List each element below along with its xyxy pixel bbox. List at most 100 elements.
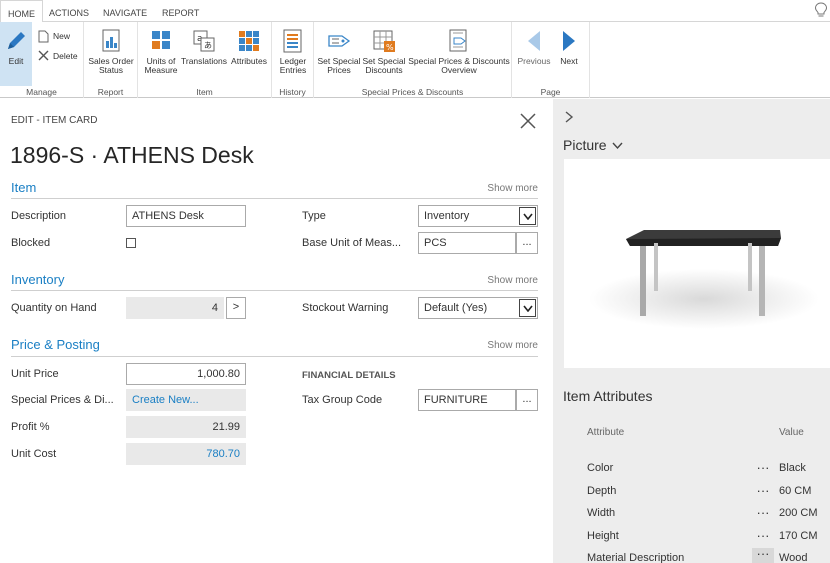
edit-button[interactable]: Edit — [2, 28, 30, 66]
units-of-measure-button[interactable]: Units of Measure — [141, 28, 181, 75]
set-special-prices-button[interactable]: Set Special Prices — [317, 28, 361, 75]
attributes-icon — [239, 31, 259, 51]
section-title-inventory[interactable]: Inventory — [11, 272, 64, 287]
set-special-discounts-icon: % — [373, 30, 395, 52]
description-field[interactable]: ATHENS Desk — [126, 205, 246, 227]
section-divider — [11, 290, 538, 291]
close-icon[interactable] — [518, 111, 538, 131]
attribute-row-menu[interactable]: ··· — [752, 547, 774, 563]
create-new-link[interactable]: Create New... — [126, 389, 246, 411]
show-more-inventory[interactable]: Show more — [487, 275, 538, 286]
attribute-column-header: Attribute — [587, 427, 625, 438]
group-label-manage: Manage — [26, 87, 57, 97]
chevron-down-icon[interactable] — [519, 299, 536, 317]
group-page: Previous Next Page — [512, 22, 590, 98]
tab-home[interactable]: HOME — [0, 0, 43, 23]
card-caption: EDIT - ITEM CARD — [11, 115, 98, 126]
section-title-price-posting[interactable]: Price & Posting — [11, 337, 100, 352]
quantity-on-hand-label: Quantity on Hand — [11, 302, 97, 314]
delete-label: Delete — [53, 51, 78, 61]
blocked-label: Blocked — [11, 237, 51, 249]
chevron-down-icon[interactable] — [519, 207, 536, 225]
next-button[interactable]: Next — [554, 28, 584, 66]
show-more-item[interactable]: Show more — [487, 183, 538, 194]
tax-group-field[interactable]: FURNITURE — [418, 389, 516, 411]
attribute-row-menu[interactable]: ··· — [752, 506, 774, 525]
tab-navigate[interactable]: NAVIGATE — [96, 0, 154, 22]
show-more-price-posting[interactable]: Show more — [487, 340, 538, 351]
new-button[interactable]: New — [38, 29, 82, 43]
quantity-on-hand-field[interactable]: 4 — [126, 297, 224, 319]
section-title-item[interactable]: Item — [11, 180, 36, 195]
lightbulb-icon[interactable] — [814, 2, 828, 18]
type-value: Inventory — [424, 210, 470, 222]
previous-button[interactable]: Previous — [516, 28, 552, 66]
attribute-name: Width — [587, 507, 616, 519]
tab-actions[interactable]: ACTIONS — [42, 0, 96, 22]
attribute-value: 200 CM — [779, 507, 818, 519]
attribute-row-menu[interactable]: ··· — [752, 484, 774, 503]
ribbon-tab-bar: HOME ACTIONS NAVIGATE REPORT — [0, 0, 830, 23]
units-label-2: Measure — [144, 65, 178, 75]
stockout-warning-value: Default (Yes) — [424, 302, 488, 314]
units-of-measure-icon — [152, 31, 170, 49]
attribute-value: Wood — [779, 552, 808, 563]
group-report: Sales Order Status Report — [84, 22, 138, 98]
description-label: Description — [11, 210, 67, 222]
attribute-value: Black — [779, 462, 806, 474]
set-special-prices-icon — [328, 35, 351, 47]
stockout-warning-label: Stockout Warning — [302, 302, 389, 314]
picture-title[interactable]: Picture — [563, 137, 623, 153]
type-select[interactable]: Inventory — [418, 205, 538, 227]
set-prices-label-2: Prices — [327, 65, 351, 75]
delete-button[interactable]: Delete — [38, 49, 82, 63]
previous-icon — [528, 31, 540, 51]
base-unit-field[interactable]: PCS — [418, 232, 516, 254]
blocked-checkbox[interactable] — [126, 238, 136, 248]
profit-label: Profit % — [11, 421, 50, 433]
quantity-drilldown-button[interactable]: > — [226, 297, 246, 319]
type-label: Type — [302, 210, 326, 222]
special-prices-overview-button[interactable]: Special Prices & Discounts Overview — [407, 28, 511, 75]
section-divider — [11, 198, 538, 199]
unit-price-field[interactable]: 1,000.80 — [126, 363, 246, 385]
tax-group-label: Tax Group Code — [302, 394, 383, 406]
unit-cost-field[interactable]: 780.70 — [126, 443, 246, 465]
stockout-warning-select[interactable]: Default (Yes) — [418, 297, 538, 319]
attributes-button[interactable]: Attributes — [228, 28, 270, 66]
translations-label: Translations — [181, 56, 227, 66]
ledger-entries-icon — [283, 29, 302, 53]
delete-icon — [38, 50, 49, 61]
attribute-row-menu[interactable]: ··· — [752, 461, 774, 480]
set-special-discounts-button[interactable]: % Set Special Discounts — [362, 28, 406, 75]
edit-icon — [8, 32, 25, 49]
unit-cost-label: Unit Cost — [11, 448, 57, 460]
base-unit-lookup-button[interactable]: ... — [516, 232, 538, 254]
ledger-entries-button[interactable]: Ledger Entries — [274, 28, 312, 75]
new-icon — [38, 30, 49, 43]
chevron-right-icon[interactable] — [562, 110, 576, 124]
set-discounts-label-2: Discounts — [365, 65, 403, 75]
item-picture — [564, 159, 830, 368]
translations-button[interactable]: a あ Translations — [181, 28, 227, 66]
special-prices-label: Special Prices & Di... — [11, 394, 114, 406]
group-label-page: Page — [540, 87, 561, 97]
translations-icon: a あ — [193, 30, 215, 52]
tax-group-lookup-button[interactable]: ... — [516, 389, 538, 411]
attribute-value: 170 CM — [779, 530, 818, 542]
overview-label-2: Overview — [441, 65, 477, 75]
group-label-history: History — [279, 87, 306, 97]
group-label-special: Special Prices & Discounts — [361, 87, 464, 97]
financial-details-heading: FINANCIAL DETAILS — [302, 370, 396, 381]
ribbon: Edit New Delete Manage Sales Order Statu… — [0, 22, 830, 98]
tab-report[interactable]: REPORT — [155, 0, 206, 22]
group-label-item: Item — [196, 87, 213, 97]
group-item: Units of Measure a あ Translations Attrib… — [138, 22, 272, 98]
attribute-name: Material Description — [587, 552, 685, 563]
special-prices-overview-icon — [449, 29, 467, 52]
attribute-value: 60 CM — [779, 485, 812, 497]
sales-order-status-button[interactable]: Sales Order Status — [86, 28, 136, 75]
item-attributes-title: Item Attributes — [563, 388, 653, 404]
section-divider — [11, 356, 538, 357]
group-label-report: Report — [97, 87, 124, 97]
